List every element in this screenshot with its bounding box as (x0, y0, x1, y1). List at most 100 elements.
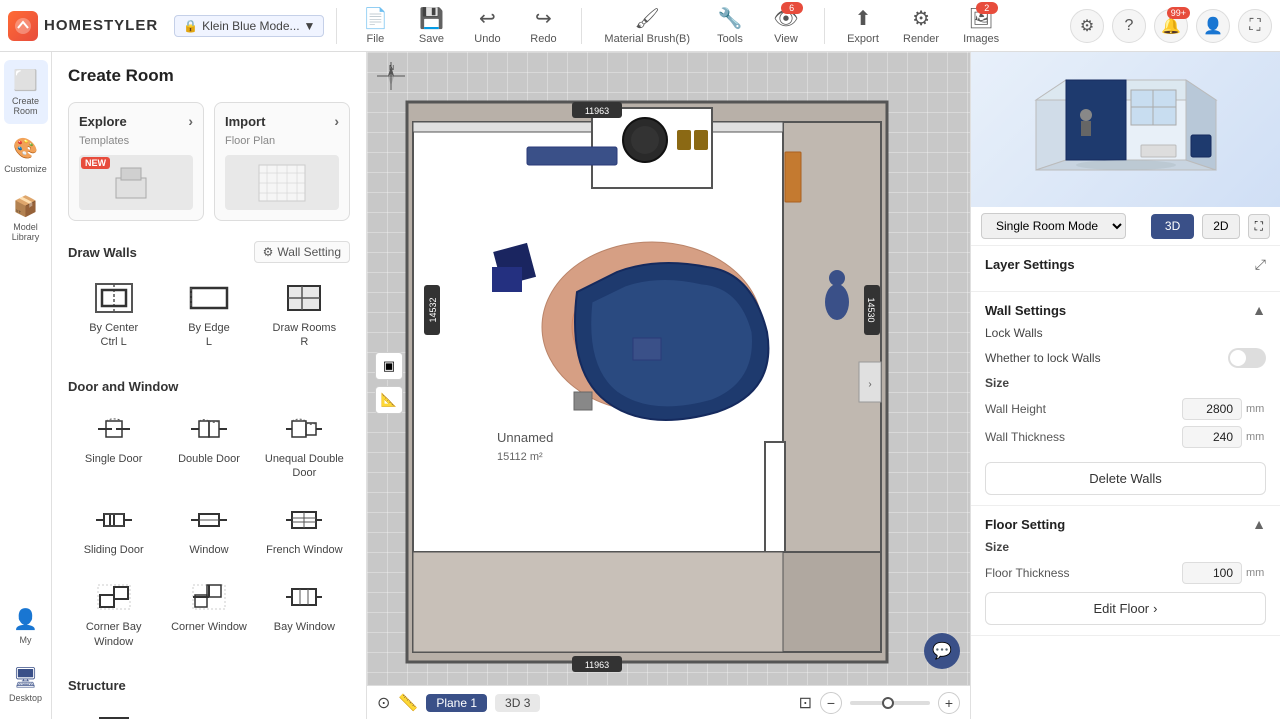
nav-model-library[interactable]: 📦 ModelLibrary (4, 186, 48, 250)
by-edge-item[interactable]: By EdgeL (163, 271, 254, 359)
lock-walls-toggle[interactable] (1228, 348, 1266, 368)
size-label: Size (985, 376, 1009, 390)
by-center-icon (91, 280, 137, 316)
3d-tab[interactable]: 3D 3 (495, 694, 540, 712)
single-door-item[interactable]: Single Door (68, 402, 159, 490)
view-label: View (774, 33, 798, 45)
help-button[interactable]: ? (1112, 9, 1146, 43)
fullscreen-button[interactable]: ⛶ (1238, 9, 1272, 43)
model-library-icon: 📦 (13, 194, 38, 219)
unequal-double-door-item[interactable]: Unequal Double Door (259, 402, 350, 490)
save-button[interactable]: 💾 Save (405, 2, 457, 49)
floor-plan-svg[interactable]: › Unnamed 15112 m² (397, 92, 897, 672)
wall-thickness-input[interactable] (1182, 426, 1242, 448)
profile-button[interactable]: 👤 (1196, 9, 1230, 43)
redo-label: Redo (530, 33, 556, 45)
floor-thickness-row: Floor Thickness mm (985, 562, 1266, 584)
tools-button[interactable]: 🔧 Tools (704, 2, 756, 49)
render-label: Render (903, 33, 939, 45)
view-mode-select[interactable]: Single Room Mode (981, 213, 1126, 239)
by-edge-label: By EdgeL (188, 321, 230, 350)
import-arrow: › (334, 113, 339, 129)
zoom-in-button[interactable]: + (938, 692, 960, 714)
window-item[interactable]: Window (163, 493, 254, 566)
sliding-door-item[interactable]: Sliding Door (68, 493, 159, 566)
delete-walls-button[interactable]: Delete Walls (985, 462, 1266, 495)
layer-settings-header: Layer Settings ⤢ (985, 256, 1266, 273)
redo-button[interactable]: ↪ Redo (517, 2, 569, 49)
view-button[interactable]: 👁 View (760, 2, 812, 49)
svg-text:›: › (868, 379, 871, 390)
zoom-out-button[interactable]: − (820, 692, 842, 714)
edit-floor-button[interactable]: Edit Floor › (985, 592, 1266, 625)
plane-tab[interactable]: Plane 1 (426, 694, 487, 712)
svg-text:14532: 14532 (428, 297, 438, 322)
end-view-button[interactable]: ⊙ (377, 693, 390, 713)
notifications-button[interactable]: 🔔 99+ (1154, 9, 1188, 43)
floor-thickness-label: Floor Thickness (985, 566, 1182, 580)
bay-window-item[interactable]: Bay Window (259, 570, 350, 658)
staircase-item[interactable] (163, 701, 254, 719)
3d-view-button[interactable]: 3D (1151, 214, 1194, 239)
corner-bay-window-item[interactable]: Corner Bay Window (68, 570, 159, 658)
double-door-icon (186, 411, 232, 447)
beam-item[interactable]: Beam (259, 701, 350, 719)
ruler-button[interactable]: 📏 (398, 693, 418, 713)
render-button[interactable]: ⚙ Render (893, 2, 949, 49)
main-toolbar: HOMESTYLER 🔒 Klein Blue Mode... ▼ 📄 File… (0, 0, 1280, 52)
french-window-item[interactable]: French Window (259, 493, 350, 566)
draw-walls-title: Draw Walls (68, 245, 137, 260)
explore-templates-card[interactable]: Explore › Templates NEW (68, 102, 204, 221)
draw-rooms-item[interactable]: Draw RoomsR (259, 271, 350, 359)
file-button[interactable]: 📄 File (349, 2, 401, 49)
svg-text:N: N (389, 65, 394, 72)
mode-selector[interactable]: 🔒 Klein Blue Mode... ▼ (174, 15, 324, 37)
double-door-label: Double Door (178, 452, 240, 466)
wall-height-row: Wall Height mm (985, 398, 1266, 420)
wall-settings-collapse-icon[interactable]: ▲ (1252, 302, 1266, 318)
bell-icon: 🔔 (1161, 16, 1181, 36)
floor-settings-collapse-icon[interactable]: ▲ (1252, 516, 1266, 532)
single-door-label: Single Door (85, 452, 142, 466)
zoom-slider[interactable] (850, 701, 930, 705)
chat-button[interactable]: 💬 (924, 633, 960, 669)
layer-settings-expand-icon[interactable]: ⤢ (1255, 256, 1266, 273)
zoom-fit-button[interactable]: ⊡ (799, 693, 812, 713)
tools-icon: 🔧 (718, 6, 743, 31)
export-button[interactable]: ⬆ Export (837, 2, 889, 49)
nav-create-room[interactable]: ⬜ CreateRoom (4, 60, 48, 124)
canvas-area[interactable]: N (367, 52, 970, 719)
material-brush-button[interactable]: 🖌 Material Brush(B) (594, 2, 700, 49)
select-tool-button[interactable]: ▣ (375, 352, 403, 380)
nav-desktop[interactable]: 🖥 Desktop (4, 657, 48, 711)
import-floor-plan-card[interactable]: Import › Floor Plan (214, 102, 350, 221)
wall-height-input[interactable] (1182, 398, 1242, 420)
floor-thickness-input[interactable] (1182, 562, 1242, 584)
sliding-door-icon (91, 502, 137, 538)
main-layout: ⬜ CreateRoom 🎨 Customize 📦 ModelLibrary … (0, 52, 1280, 719)
expand-view-button[interactable]: ⛶ (1248, 214, 1270, 239)
nav-my[interactable]: 👤 My (4, 599, 48, 653)
redo-icon: ↪ (535, 6, 552, 31)
view-icon: 👁 (773, 6, 798, 31)
french-window-icon (281, 502, 327, 538)
ruler-tool-button[interactable]: 📐 (375, 386, 403, 414)
tools-label: Tools (717, 33, 743, 45)
undo-button[interactable]: ↩ Undo (461, 2, 513, 49)
layer-settings-title: Layer Settings (985, 257, 1075, 272)
floor-plan-canvas[interactable]: N (367, 52, 970, 719)
single-door-icon (91, 411, 137, 447)
corner-window-item[interactable]: Corner Window (163, 570, 254, 658)
images-button[interactable]: 🖼 Images (953, 2, 1009, 49)
settings-button[interactable]: ⚙ (1070, 9, 1104, 43)
by-center-item[interactable]: By CenterCtrl L (68, 271, 159, 359)
nav-customize[interactable]: 🎨 Customize (4, 128, 48, 182)
2d-view-button[interactable]: 2D (1202, 214, 1239, 239)
door-opening-item[interactable]: Door Opening (68, 701, 159, 719)
zoom-thumb[interactable] (882, 697, 894, 709)
wall-setting-button[interactable]: ⚙ Wall Setting (254, 241, 350, 263)
double-door-item[interactable]: Double Door (163, 402, 254, 490)
by-edge-icon (186, 280, 232, 316)
svg-text:11963: 11963 (585, 660, 609, 670)
save-icon: 💾 (419, 6, 444, 31)
